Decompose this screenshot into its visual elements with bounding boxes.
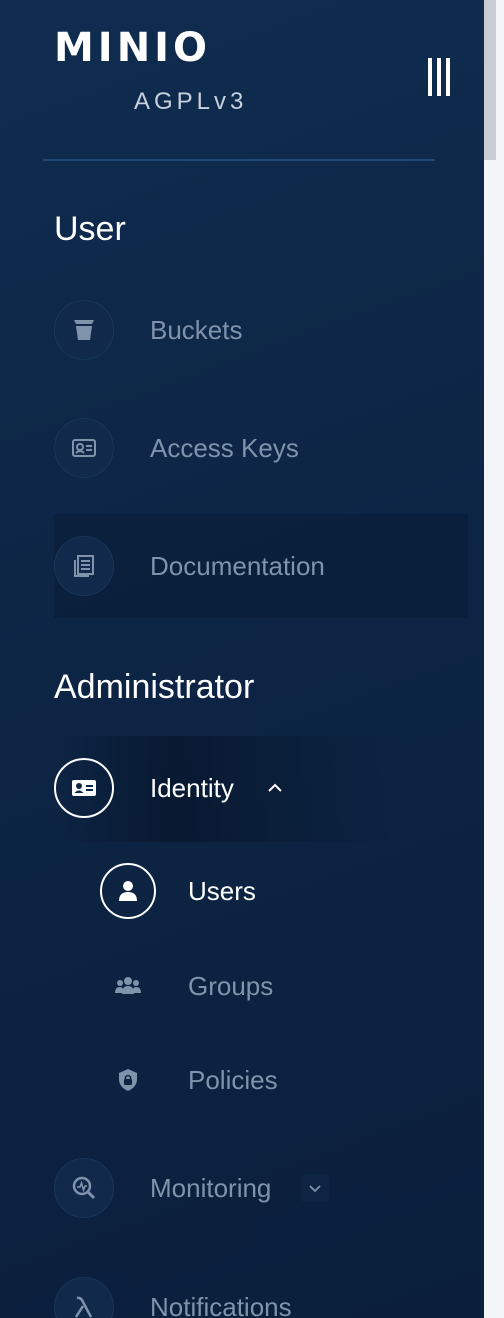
menu-item-buckets[interactable]: Buckets bbox=[54, 299, 243, 361]
section-title-administrator: Administrator bbox=[54, 668, 255, 706]
id-card-icon bbox=[54, 418, 114, 478]
menu-label-documentation: Documentation bbox=[150, 550, 325, 581]
submenu-item-users[interactable]: Users bbox=[100, 863, 256, 919]
monitoring-search-icon bbox=[54, 1158, 114, 1218]
minio-logo[interactable]: MINIO AGPLv3 bbox=[54, 28, 259, 118]
group-icon bbox=[100, 958, 156, 1014]
menu-item-access-keys[interactable]: Access Keys bbox=[54, 417, 299, 479]
menu-item-documentation[interactable]: Documentation bbox=[54, 535, 325, 597]
chevron-up-icon[interactable] bbox=[260, 773, 290, 803]
submenu-label-groups: Groups bbox=[188, 970, 274, 1001]
scrollbar-thumb[interactable] bbox=[484, 0, 496, 160]
identity-card-icon bbox=[54, 758, 114, 818]
document-icon bbox=[54, 536, 114, 596]
menu-item-identity[interactable]: Identity bbox=[54, 757, 290, 819]
license-label: AGPLv3 bbox=[134, 88, 248, 115]
submenu-item-policies[interactable]: Policies bbox=[100, 1052, 278, 1108]
shield-lock-icon bbox=[100, 1052, 156, 1108]
hamburger-icon[interactable] bbox=[424, 58, 454, 96]
divider bbox=[43, 159, 435, 161]
logo-wordmark: MINIO bbox=[54, 25, 212, 71]
menu-item-notifications[interactable]: Notifications bbox=[54, 1276, 292, 1318]
chevron-down-icon[interactable] bbox=[301, 1174, 330, 1202]
submenu-label-policies: Policies bbox=[188, 1064, 278, 1095]
menu-label-access-keys: Access Keys bbox=[150, 432, 299, 463]
menu-item-monitoring[interactable]: Monitoring bbox=[54, 1157, 330, 1219]
submenu-label-users: Users bbox=[188, 875, 256, 906]
user-icon bbox=[100, 863, 156, 919]
menu-label-monitoring: Monitoring bbox=[150, 1172, 272, 1203]
page-content-edge bbox=[484, 0, 504, 1318]
menu-label-notifications: Notifications bbox=[150, 1291, 292, 1318]
bucket-icon bbox=[54, 300, 114, 360]
sidebar: MINIO AGPLv3 User Buckets Access Keys Do… bbox=[0, 0, 484, 1318]
submenu-item-groups[interactable]: Groups bbox=[100, 958, 273, 1014]
lambda-icon bbox=[54, 1277, 114, 1318]
menu-label-identity: Identity bbox=[150, 772, 234, 803]
menu-label-buckets: Buckets bbox=[150, 314, 243, 345]
section-title-user: User bbox=[54, 210, 126, 248]
